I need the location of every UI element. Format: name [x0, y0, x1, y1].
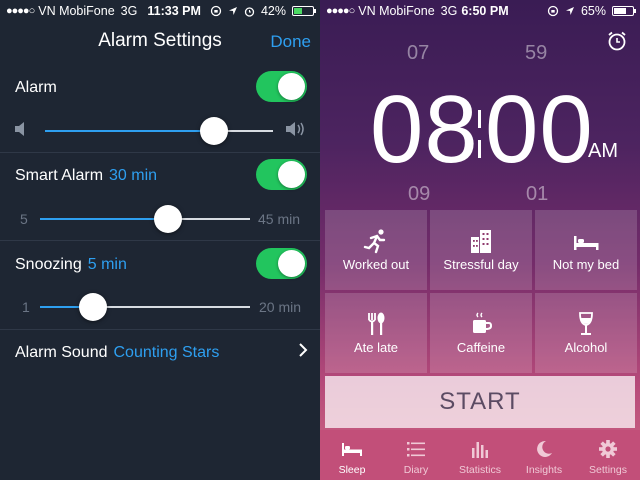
tab-settings[interactable]: Settings — [576, 430, 640, 480]
hour-next: 09 — [408, 183, 431, 205]
tile-stressful-day[interactable]: Stressful day — [430, 210, 532, 290]
tab-diary[interactable]: Diary — [384, 430, 448, 480]
list-icon — [407, 442, 425, 457]
running-icon — [363, 229, 386, 254]
carrier-name: VN MobiFone — [358, 4, 435, 18]
rotation-lock-icon — [547, 5, 559, 17]
alarm-sound-label: Alarm Sound — [15, 344, 108, 361]
status-bar: ●●●●○ VN MobiFone 3G 6:50 PM 65% — [320, 0, 640, 22]
smart-alarm-slider[interactable] — [40, 204, 250, 234]
divider — [0, 152, 320, 153]
battery-icon — [612, 6, 636, 16]
battery-percent: 42% — [260, 4, 286, 18]
volume-high-icon — [286, 122, 304, 136]
smart-alarm-min: 5 — [20, 211, 28, 227]
tile-label: Ate late — [353, 340, 399, 355]
snoozing-label: Snoozing 5 min — [15, 256, 127, 274]
location-icon — [565, 7, 574, 15]
alarm-toggle[interactable] — [256, 71, 307, 102]
snoozing-slider[interactable] — [40, 292, 250, 322]
alarm-clock-icon[interactable] — [606, 30, 628, 52]
tile-label: Caffeine — [456, 340, 506, 355]
tab-label: Settings — [589, 464, 627, 476]
volume-low-icon — [15, 122, 24, 136]
alarm-hour: 08 — [370, 76, 479, 183]
carrier-name: VN MobiFone — [38, 4, 115, 18]
battery-icon — [292, 6, 316, 16]
tile-ate-late[interactable]: Ate late — [325, 293, 427, 373]
gear-icon — [599, 440, 617, 458]
snoozing-value: 5 min — [87, 256, 127, 273]
volume-slider[interactable] — [45, 116, 273, 146]
tile-worked-out[interactable]: Worked out — [325, 210, 427, 290]
bed-icon — [342, 443, 362, 456]
alarm-ampm[interactable]: AM — [588, 140, 618, 163]
status-bar: ●●●●○ VN MobiFone 3G 11:33 PM 42% — [0, 0, 320, 22]
alarm-settings-screen: ●●●●○ VN MobiFone 3G 11:33 PM 42% Alarm … — [0, 0, 320, 480]
fork-knife-icon — [368, 312, 385, 335]
smart-alarm-label: Smart Alarm 30 min — [15, 167, 157, 185]
alarm-label: Alarm — [15, 79, 57, 96]
signal-strength: ●●●●○ — [6, 5, 35, 17]
smart-alarm-value: 30 min — [109, 167, 158, 184]
alarm-sound-row[interactable]: Alarm Sound Counting Stars — [15, 344, 219, 362]
tile-label: Stressful day — [443, 257, 519, 272]
alarm-sound-value: Counting Stars — [113, 344, 220, 361]
alarm-minute: 00 — [485, 76, 594, 183]
hour-prev: 07 — [407, 42, 430, 64]
battery-percent: 65% — [580, 4, 606, 18]
tab-statistics[interactable]: Statistics — [448, 430, 512, 480]
network-type: 3G — [120, 4, 138, 18]
tab-sleep[interactable]: Sleep — [320, 430, 384, 480]
snoozing-toggle[interactable] — [256, 248, 307, 279]
tab-label: Statistics — [458, 464, 501, 476]
start-button[interactable]: START — [325, 376, 635, 428]
smart-alarm-toggle[interactable] — [256, 159, 307, 190]
time-colon — [478, 110, 481, 158]
smart-alarm-label-text: Smart Alarm — [15, 167, 104, 184]
minute-prev: 59 — [525, 42, 548, 64]
snoozing-label-text: Snoozing — [15, 256, 82, 273]
divider — [0, 329, 320, 330]
moon-icon — [537, 440, 552, 457]
buildings-icon — [471, 230, 491, 253]
tab-bar: Sleep Diary Statistics Insights Settings — [320, 430, 640, 480]
snoozing-max: 20 min — [259, 299, 302, 315]
snoozing-min: 1 — [22, 299, 30, 315]
tab-label: Diary — [403, 464, 429, 476]
tile-label: Not my bed — [552, 257, 620, 272]
alarm-clock-status-icon — [244, 6, 255, 17]
network-type: 3G — [440, 4, 458, 18]
minute-picker[interactable]: 00 — [485, 82, 593, 178]
chevron-right-icon[interactable] — [298, 342, 308, 358]
signal-strength: ●●●●○ — [326, 5, 355, 17]
smart-alarm-max: 45 min — [258, 211, 301, 227]
bed-icon — [574, 236, 599, 250]
status-time: 6:50 PM — [461, 4, 509, 18]
tile-not-my-bed[interactable]: Not my bed — [535, 210, 637, 290]
tab-label: Sleep — [338, 464, 366, 476]
done-button[interactable]: Done — [270, 32, 311, 52]
divider — [0, 240, 320, 241]
status-time: 11:33 PM — [147, 4, 201, 18]
sleep-notes-grid: Worked out Stressful day Not my bed Ate … — [325, 210, 637, 373]
tile-label: Worked out — [342, 257, 410, 272]
minute-next: 01 — [526, 183, 549, 205]
tab-label: Insights — [525, 464, 563, 476]
coffee-cup-icon — [473, 312, 493, 333]
tab-insights[interactable]: Insights — [512, 430, 576, 480]
bar-chart-icon — [472, 442, 488, 458]
wine-glass-icon — [579, 312, 593, 335]
location-icon — [228, 7, 237, 15]
sleep-screen: ●●●●○ VN MobiFone 3G 6:50 PM 65% 07 59 0… — [320, 0, 640, 480]
tile-alcohol[interactable]: Alcohol — [535, 293, 637, 373]
hour-picker[interactable]: 08 — [370, 82, 478, 178]
tile-label: Alcohol — [564, 340, 608, 355]
tile-caffeine[interactable]: Caffeine — [430, 293, 532, 373]
rotation-lock-icon — [210, 5, 222, 17]
